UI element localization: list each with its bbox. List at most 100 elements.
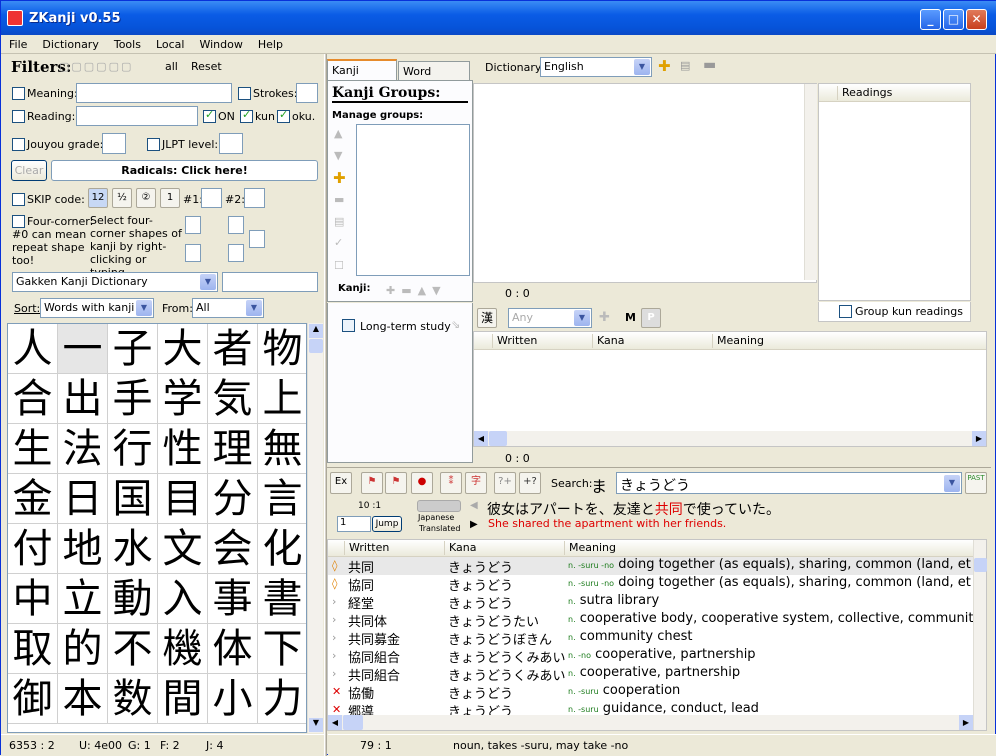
kanji-cell[interactable]: 地: [58, 524, 108, 574]
result-row[interactable]: ◊協同きょうどうn. -suru -no doing together (as …: [328, 575, 973, 593]
scroll-thumb[interactable]: [309, 339, 323, 353]
scroll-right-icon[interactable]: ▶: [959, 715, 973, 730]
jump-button[interactable]: Jump: [372, 516, 402, 532]
kanji-cell[interactable]: 化: [258, 524, 307, 574]
strokes-input[interactable]: [296, 83, 318, 103]
example-index-input[interactable]: 1: [337, 516, 371, 532]
filter-icon[interactable]: ⁑: [440, 472, 462, 494]
rename-group-icon[interactable]: ▤: [334, 215, 344, 228]
kun-checkbox[interactable]: [240, 110, 253, 123]
result-row[interactable]: ›共同募金きょうどうぼきんn. community chest: [328, 629, 973, 647]
select-icon[interactable]: ☐: [334, 259, 344, 272]
word-group-table[interactable]: Written Kana Meaning: [473, 331, 987, 447]
kanji-cell[interactable]: 行: [108, 424, 158, 474]
skip-type4-icon[interactable]: 1: [160, 188, 180, 208]
kanji-cell[interactable]: 理: [208, 424, 258, 474]
close-button[interactable]: ✕: [966, 9, 987, 30]
scroll-thumb[interactable]: [974, 558, 987, 572]
kanji-toggle-button[interactable]: 漢: [477, 308, 497, 328]
fourcorner-bottomright[interactable]: [228, 244, 244, 262]
kanji-cell[interactable]: 無: [258, 424, 307, 474]
kanji-cell[interactable]: 機: [158, 624, 208, 674]
kanji-cell[interactable]: 物: [258, 324, 307, 374]
kanji-cell[interactable]: 金: [8, 474, 58, 524]
col-meaning[interactable]: Meaning: [564, 541, 616, 555]
kanji-cell[interactable]: 者: [208, 324, 258, 374]
dictionary-select[interactable]: English▼: [540, 57, 652, 77]
inflection-icon[interactable]: ?+: [494, 472, 516, 494]
kanji-cell[interactable]: 生: [8, 424, 58, 474]
maximize-button[interactable]: □: [943, 9, 964, 30]
study-icon[interactable]: ⇘: [451, 318, 460, 331]
result-row[interactable]: ✕協働きょうどうn. -suru cooperation: [328, 683, 973, 701]
fourcorner-topright[interactable]: [228, 216, 244, 234]
kanji-cell[interactable]: 動: [108, 574, 158, 624]
move-down-icon[interactable]: ▼: [334, 149, 342, 162]
jouyou-checkbox[interactable]: [12, 138, 25, 151]
reading-input[interactable]: [76, 106, 198, 126]
add-dictionary-icon[interactable]: ✚: [658, 57, 671, 75]
scroll-left-icon[interactable]: ◀: [474, 431, 488, 446]
mode-button[interactable]: [417, 500, 461, 512]
menu-local[interactable]: Local: [148, 35, 192, 51]
sort-select[interactable]: Words with kanji▼: [40, 298, 154, 318]
kanji-cell[interactable]: 入: [158, 574, 208, 624]
word-group-hscrollbar[interactable]: ◀ ▶: [474, 431, 986, 446]
filter-all-link[interactable]: all: [165, 60, 178, 73]
result-row[interactable]: ›経堂きょうどうn. sutra library: [328, 593, 973, 611]
scroll-up-icon[interactable]: ▲: [309, 324, 323, 338]
kanji-group-controls[interactable]: ✚▬▲▼: [386, 284, 447, 297]
tab-kanji-groups[interactable]: Kanji groups: [327, 59, 397, 80]
meaning-input[interactable]: [76, 83, 232, 103]
hscroll-thumb[interactable]: [343, 715, 363, 730]
kanji-cell[interactable]: 不: [108, 624, 158, 674]
dictionary-index-input[interactable]: [222, 272, 318, 292]
kanji-cell[interactable]: 学: [158, 374, 208, 424]
from-select[interactable]: All▼: [192, 298, 264, 318]
kanji-grid-scrollbar[interactable]: ▲ ▼: [307, 323, 323, 733]
meaning-checkbox[interactable]: [12, 87, 25, 100]
skip-checkbox[interactable]: [12, 193, 25, 206]
skip-type2-icon[interactable]: ½: [112, 188, 132, 208]
oku-checkbox[interactable]: [277, 110, 290, 123]
kanji-cell[interactable]: 的: [58, 624, 108, 674]
kanji-cell[interactable]: 取: [8, 624, 58, 674]
en-jp-icon[interactable]: ⚑: [385, 472, 407, 494]
kanji-cell[interactable]: 本: [58, 674, 108, 724]
next-example-icon[interactable]: ▶: [470, 519, 478, 530]
kanji-cell[interactable]: 大: [158, 324, 208, 374]
kanji-cell[interactable]: 力: [258, 674, 307, 724]
fourcorner-extra[interactable]: [249, 230, 265, 248]
jlpt-checkbox[interactable]: [147, 138, 160, 151]
col-kana[interactable]: Kana: [592, 334, 624, 348]
kanji-display-area[interactable]: [473, 83, 817, 283]
menu-window[interactable]: Window: [191, 35, 249, 51]
col-kana[interactable]: Kana: [444, 541, 476, 555]
prev-example-icon[interactable]: ◀: [470, 500, 478, 511]
menu-tools[interactable]: Tools: [106, 35, 148, 51]
move-up-icon[interactable]: ▲: [334, 127, 342, 140]
search-options-icon[interactable]: +?: [519, 472, 541, 494]
check-icon[interactable]: ✓: [334, 236, 343, 249]
tab-word-groups[interactable]: Word groups: [398, 61, 470, 80]
filter-presets[interactable]: ▢▢▢▢▢▢: [59, 60, 133, 73]
longterm-study-checkbox[interactable]: [342, 319, 355, 332]
translated-label[interactable]: Translated: [419, 524, 460, 533]
col-written[interactable]: Written: [492, 334, 537, 348]
edit-dictionary-icon[interactable]: ▤: [680, 59, 690, 72]
fourcorner-checkbox[interactable]: [12, 215, 25, 228]
japanese-label[interactable]: Japanese: [418, 513, 454, 522]
kanji-cell[interactable]: 立: [58, 574, 108, 624]
col-meaning[interactable]: Meaning: [712, 334, 764, 348]
menu-help[interactable]: Help: [250, 35, 290, 51]
result-row[interactable]: ›協同組合きょうどうくみあいn. -no cooperative, partne…: [328, 647, 973, 665]
kanji-cell[interactable]: 国: [108, 474, 158, 524]
clear-radicals-button[interactable]: Clear: [11, 160, 47, 181]
kanji-cell[interactable]: 付: [8, 524, 58, 574]
menu-file[interactable]: File: [1, 35, 34, 51]
scroll-right-icon[interactable]: ▶: [972, 431, 986, 446]
scroll-left-icon[interactable]: ◀: [328, 715, 342, 730]
result-row[interactable]: ›共同体きょうどうたいn. cooperative body, cooperat…: [328, 611, 973, 629]
search-input[interactable]: きょうどう▼: [616, 472, 962, 494]
kanji-cell[interactable]: 会: [208, 524, 258, 574]
